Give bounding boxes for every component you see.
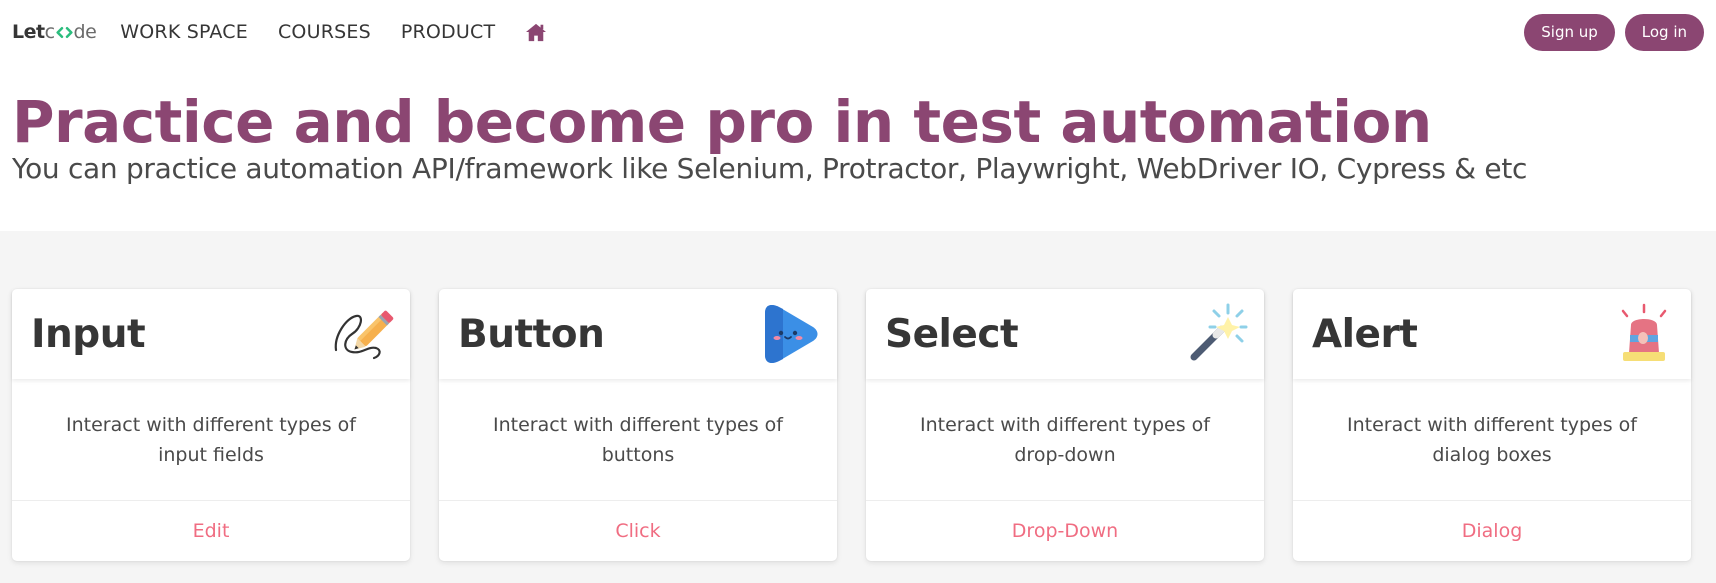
card-title: Select <box>885 311 1019 357</box>
card-title: Button <box>458 311 605 357</box>
home-link[interactable] <box>525 22 547 42</box>
card-description: Interact with different types of buttons <box>493 413 783 466</box>
dropdown-link[interactable]: Drop-Down <box>866 500 1264 561</box>
home-icon <box>526 23 547 42</box>
pencil-icon <box>332 303 394 365</box>
nav-product-link[interactable]: PRODUCT <box>401 21 495 43</box>
dialog-link[interactable]: Dialog <box>1293 500 1691 561</box>
nav-workspace-link[interactable]: WORK SPACE <box>120 21 248 43</box>
card-select: Select Interact with different types of … <box>866 289 1264 561</box>
card-input: Input Interact with different types of i… <box>12 289 410 561</box>
card-header: Select <box>866 289 1264 379</box>
card-header: Alert <box>1293 289 1691 379</box>
login-button[interactable]: Log in <box>1624 13 1704 51</box>
card-alert: Alert Interact with different types of d… <box>1293 289 1691 561</box>
practice-cards: Input Interact with different types of i… <box>0 231 1716 561</box>
logo-text-de: de <box>73 21 97 43</box>
card-button: Button Interact with different types of … <box>439 289 837 561</box>
card-description: Interact with different types of input f… <box>66 413 356 466</box>
card-header: Button <box>439 289 837 379</box>
hero-title: Practice and become pro in test automati… <box>12 88 1432 156</box>
card-title: Alert <box>1312 311 1418 357</box>
auth-buttons: Sign up Log in <box>1524 13 1704 51</box>
card-description: Interact with different types of drop-do… <box>920 413 1210 466</box>
nav-courses-link[interactable]: COURSES <box>278 21 371 43</box>
card-title: Input <box>31 311 146 357</box>
play-button-icon <box>759 303 821 365</box>
siren-icon <box>1613 303 1675 365</box>
brand-logo[interactable]: Let c de <box>12 21 97 43</box>
code-brackets-icon <box>55 26 73 38</box>
logo-text-c: c <box>44 21 55 43</box>
logo-text-let: Let <box>12 21 45 43</box>
hero-section: Practice and become pro in test automati… <box>0 64 1716 231</box>
magic-wand-icon <box>1186 303 1248 365</box>
card-description: Interact with different types of dialog … <box>1347 413 1637 466</box>
signup-button[interactable]: Sign up <box>1524 13 1615 51</box>
top-navbar: Let c de WORK SPACE COURSES PRODUCT Sign… <box>0 0 1716 64</box>
edit-link[interactable]: Edit <box>12 500 410 561</box>
main-nav: WORK SPACE COURSES PRODUCT <box>120 21 577 43</box>
hero-subtitle: You can practice automation API/framewor… <box>12 152 1528 186</box>
click-link[interactable]: Click <box>439 500 837 561</box>
card-header: Input <box>12 289 410 379</box>
